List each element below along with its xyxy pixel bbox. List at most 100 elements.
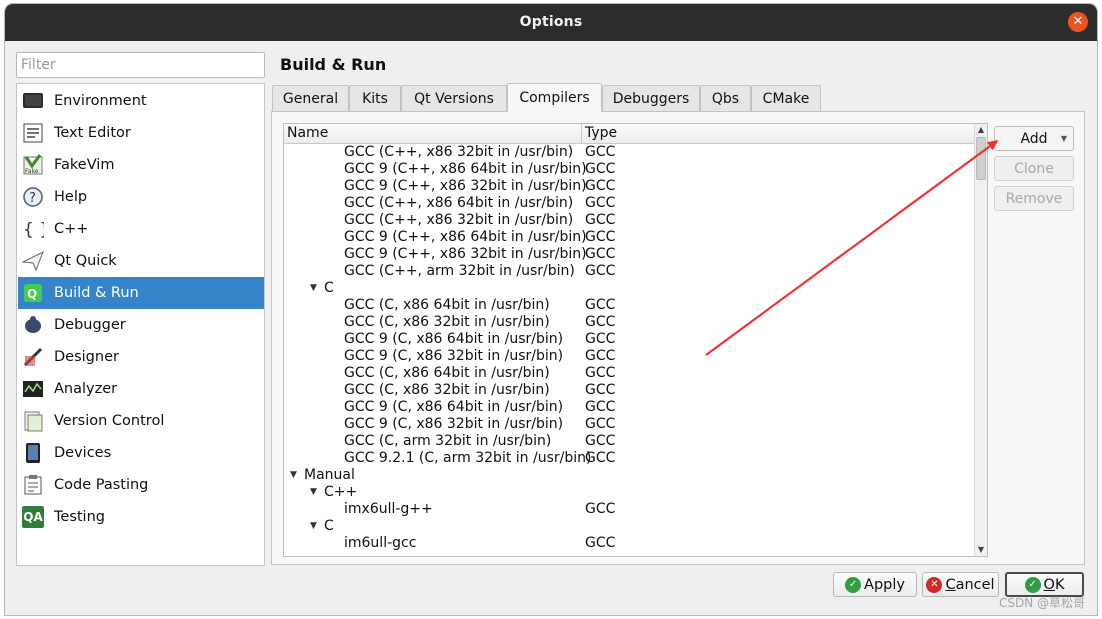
close-icon: ✕ [1072, 14, 1084, 29]
svg-text:{ }: { } [23, 220, 44, 240]
sidebar-item-help[interactable]: ? Help [18, 181, 264, 213]
expand-arrow-icon[interactable]: ▼ [290, 467, 297, 484]
compilers-panel: Name Type GCC (C++, x86 32bit in /usr/bi… [271, 111, 1085, 565]
sidebar-item-label: Debugger [54, 317, 126, 333]
sidebar-item-qt-quick[interactable]: Qt Quick [18, 245, 264, 277]
tab-debuggers[interactable]: Debuggers [602, 85, 700, 111]
vertical-scrollbar[interactable]: ▲ ▼ [974, 124, 987, 556]
compiler-name: GCC (C, x86 64bit in /usr/bin) [344, 297, 550, 313]
tree-row[interactable]: GCC 9.2.1 (C, arm 32bit in /usr/bin) GCC [284, 450, 975, 467]
tab-qt-versions[interactable]: Qt Versions [401, 85, 507, 111]
tree-row[interactable]: GCC (C++, x86 32bit in /usr/bin) GCC [284, 144, 975, 161]
sidebar-item-build-run[interactable]: Q Build & Run [18, 277, 264, 309]
tree-group-row[interactable]: ▼ Manual [284, 467, 975, 484]
code-pasting-icon [21, 473, 45, 497]
add-button-label: Add [1020, 130, 1048, 147]
tree-row[interactable]: GCC (C++, arm 32bit in /usr/bin) GCC [284, 263, 975, 280]
tree-row[interactable]: imx6ull-g++ GCC [284, 501, 975, 518]
tree-row[interactable]: GCC 9 (C, x86 64bit in /usr/bin) GCC [284, 331, 975, 348]
close-button[interactable]: ✕ [1068, 12, 1088, 32]
tree-group-row[interactable]: ▼ C [284, 518, 975, 535]
compiler-type: GCC [585, 450, 616, 466]
cancel-button[interactable]: ✕ Cancel [922, 572, 999, 597]
tree-row[interactable]: GCC (C, x86 64bit in /usr/bin) GCC [284, 365, 975, 382]
compiler-tree[interactable]: Name Type GCC (C++, x86 32bit in /usr/bi… [283, 123, 988, 557]
bug-icon [21, 313, 45, 337]
sidebar-item-label: Analyzer [54, 381, 118, 397]
tree-header: Name Type [284, 124, 975, 144]
tree-row[interactable]: GCC 9 (C++, x86 64bit in /usr/bin) GCC [284, 161, 975, 178]
tab-kits[interactable]: Kits [349, 85, 401, 111]
tab-general[interactable]: General [272, 85, 349, 111]
compiler-name: C [324, 280, 334, 296]
scroll-up-icon[interactable]: ▲ [975, 124, 987, 136]
paper-plane-icon [21, 249, 45, 273]
compiler-name: GCC 9 (C, x86 32bit in /usr/bin) [344, 416, 564, 432]
tab-compilers[interactable]: Compilers [507, 83, 602, 112]
compiler-name: Manual [304, 467, 355, 483]
tree-group-row[interactable]: ▼ C [284, 280, 975, 297]
sidebar-item-fakevim[interactable]: Fake FakeVim [18, 149, 264, 181]
tree-row[interactable]: GCC (C++, x86 64bit in /usr/bin) GCC [284, 195, 975, 212]
tree-row[interactable]: im6ull-gcc GCC [284, 535, 975, 552]
tree-row[interactable]: GCC (C, x86 32bit in /usr/bin) GCC [284, 382, 975, 399]
tab-qbs[interactable]: Qbs [700, 85, 751, 111]
sidebar-item-analyzer[interactable]: Analyzer [18, 373, 264, 405]
tree-row[interactable]: GCC (C, x86 32bit in /usr/bin) GCC [284, 314, 975, 331]
tree-row[interactable]: GCC 9 (C++, x86 64bit in /usr/bin) GCC [284, 229, 975, 246]
sidebar-item-environment[interactable]: Environment [18, 85, 264, 117]
sidebar-item-devices[interactable]: Devices [18, 437, 264, 469]
compiler-name: GCC 9 (C++, x86 64bit in /usr/bin) [344, 161, 587, 177]
cancel-circle-icon: ✕ [926, 576, 943, 593]
compiler-type: GCC [585, 399, 616, 415]
sidebar-item-version-control[interactable]: Version Control [18, 405, 264, 437]
sidebar-item-c[interactable]: { } C++ [18, 213, 264, 245]
expand-arrow-icon[interactable]: ▼ [310, 518, 317, 535]
page-title: Build & Run [280, 55, 387, 74]
column-separator[interactable] [581, 124, 582, 144]
expand-arrow-icon[interactable]: ▼ [310, 484, 317, 501]
clone-button[interactable]: Clone [994, 156, 1074, 181]
svg-text:Q: Q [27, 287, 37, 301]
analyzer-icon [21, 377, 45, 401]
sidebar-item-code-pasting[interactable]: Code Pasting [18, 469, 264, 501]
qa-icon: QA [21, 505, 45, 529]
tree-row[interactable]: GCC 9 (C++, x86 32bit in /usr/bin) GCC [284, 178, 975, 195]
help-icon: ? [21, 185, 45, 209]
designer-icon [21, 345, 45, 369]
sidebar-item-label: Text Editor [54, 125, 131, 141]
compiler-type: GCC [585, 382, 616, 398]
device-icon [21, 441, 45, 465]
tree-group-row[interactable]: ▼ C++ [284, 484, 975, 501]
sidebar-item-testing[interactable]: QA Testing [18, 501, 264, 533]
fakevim-icon: Fake [21, 153, 45, 177]
tab-cmake[interactable]: CMake [751, 85, 821, 111]
compiler-type: GCC [585, 195, 616, 211]
ok-button-label: OK [1043, 576, 1065, 593]
column-header-type[interactable]: Type [585, 125, 617, 141]
window-title: Options [519, 14, 583, 30]
scroll-thumb[interactable] [976, 137, 986, 180]
add-button[interactable]: Add ▼ [994, 126, 1074, 151]
sidebar-item-designer[interactable]: Designer [18, 341, 264, 373]
tree-row[interactable]: GCC 9 (C, x86 32bit in /usr/bin) GCC [284, 416, 975, 433]
apply-button[interactable]: ✓ Apply [833, 572, 917, 597]
scroll-down-icon[interactable]: ▼ [975, 544, 987, 556]
sidebar-item-label: Testing [54, 509, 105, 525]
compiler-type: GCC [585, 535, 616, 551]
column-header-name[interactable]: Name [287, 125, 328, 141]
filter-input[interactable] [16, 52, 265, 78]
compiler-type: GCC [585, 263, 616, 279]
remove-button[interactable]: Remove [994, 186, 1074, 211]
tree-row[interactable]: GCC (C, arm 32bit in /usr/bin) GCC [284, 433, 975, 450]
sidebar-item-debugger[interactable]: Debugger [18, 309, 264, 341]
sidebar-item-label: FakeVim [54, 157, 115, 173]
tree-row[interactable]: GCC 9 (C++, x86 32bit in /usr/bin) GCC [284, 246, 975, 263]
tree-row[interactable]: GCC (C, x86 64bit in /usr/bin) GCC [284, 297, 975, 314]
sidebar-item-text-editor[interactable]: Text Editor [18, 117, 264, 149]
tree-row[interactable]: GCC 9 (C, x86 64bit in /usr/bin) GCC [284, 399, 975, 416]
tree-row[interactable]: GCC 9 (C, x86 32bit in /usr/bin) GCC [284, 348, 975, 365]
category-list: Environment Text Editor Fake FakeVim? Help { … [16, 83, 265, 566]
tree-row[interactable]: GCC (C++, x86 32bit in /usr/bin) GCC [284, 212, 975, 229]
expand-arrow-icon[interactable]: ▼ [310, 280, 317, 297]
